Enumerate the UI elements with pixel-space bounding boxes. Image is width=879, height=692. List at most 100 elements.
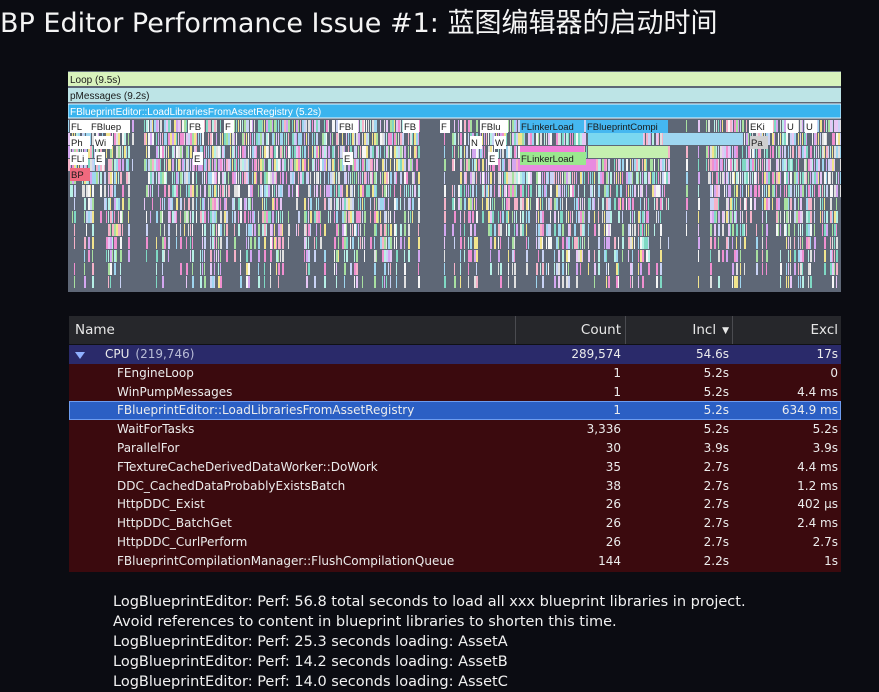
timeline-event-label: F xyxy=(225,122,231,133)
row-name: FBlueprintEditor::LoadLibrariesFromAsset… xyxy=(117,403,415,418)
row-count: 1 xyxy=(613,384,621,399)
timeline-event-label: E xyxy=(194,154,200,165)
timeline-event-label: Ph xyxy=(71,138,83,149)
row-excl: 4.4 ms xyxy=(797,384,838,399)
timers-table[interactable]: Name Count Incl ▼ Excl CPU (219,746) 289,5… xyxy=(69,316,841,572)
row-incl: 5.2s xyxy=(703,384,729,399)
row-incl: 2.7s xyxy=(703,497,729,512)
table-row[interactable]: HttpDDC_BatchGet 26 2.7s 2.4 ms xyxy=(69,514,841,533)
flame-graph-canvas[interactable]: Loop (9.5s) pMessages (9.2s) FBlueprintE… xyxy=(68,71,841,292)
timeline-bar-engine-loop-label: Loop (9.5s) xyxy=(70,75,121,86)
timeline-event-label: FLi xyxy=(71,154,84,165)
timeline-event-label: N xyxy=(471,138,478,149)
row-incl: 3.9s xyxy=(703,440,729,455)
column-header-name[interactable]: Name xyxy=(75,316,515,344)
cpu-group-count: (219,746) xyxy=(135,347,195,361)
row-count: 289,574 xyxy=(571,347,621,361)
row-name: ParallelFor xyxy=(117,440,180,455)
row-incl: 2.7s xyxy=(703,478,729,493)
timeline-event-label: EKi xyxy=(750,122,765,133)
row-name: DDC_CachedDataProbablyExistsBatch xyxy=(117,478,346,493)
log-line: Avoid references to content in blueprint… xyxy=(113,614,617,630)
timeline-event-label: FB xyxy=(189,122,201,133)
column-header-incl-label: Incl xyxy=(692,322,717,338)
timeline-event-label: W xyxy=(495,138,504,149)
table-row[interactable]: HttpDDC_Exist 26 2.7s 402 µs xyxy=(69,495,841,514)
timeline-event-label: FBlu xyxy=(481,122,501,133)
table-row[interactable]: WinPumpMessages 1 5.2s 4.4 ms xyxy=(69,383,841,402)
row-count: 1 xyxy=(613,403,621,418)
row-incl: 2.7s xyxy=(703,516,729,531)
column-header-count[interactable]: Count xyxy=(517,316,621,344)
timeline-event-label: E xyxy=(96,154,102,165)
table-row[interactable]: FEngineLoop 1 5.2s 0 xyxy=(69,364,841,383)
row-excl: 402 µs xyxy=(797,497,838,512)
timeline-bar-engine-loop[interactable] xyxy=(68,72,841,86)
table-row[interactable]: ParallelFor 30 3.9s 3.9s xyxy=(69,439,841,458)
log-output: LogBlueprintEditor: Perf: 56.8 total sec… xyxy=(113,592,853,692)
log-line: LogBlueprintEditor: Perf: 56.8 total sec… xyxy=(113,594,746,610)
row-excl: 0 xyxy=(830,365,838,380)
table-row[interactable]: FTextureCacheDerivedDataWorker::DoWork 3… xyxy=(69,458,841,477)
row-excl: 3.9s xyxy=(812,440,838,455)
row-excl: 1.2 ms xyxy=(797,478,838,493)
row-name: WaitForTasks xyxy=(117,422,195,437)
timeline-bar-pump-messages-label: pMessages (9.2s) xyxy=(70,91,149,102)
timeline-event-label: FBluep xyxy=(91,122,121,133)
timing-flame-graph[interactable]: Loop (9.5s) pMessages (9.2s) FBlueprintE… xyxy=(68,71,841,292)
timeline-event-label: U xyxy=(787,122,794,133)
row-name: HttpDDC_BatchGet xyxy=(117,516,232,531)
slide-title: BP Editor Performance Issue #1: 蓝图编辑器的启动… xyxy=(0,8,718,39)
table-row[interactable]: HttpDDC_CurlPerform 26 2.7s 2.7s xyxy=(69,533,841,552)
row-excl: 2.7s xyxy=(812,534,838,549)
row-count: 35 xyxy=(605,459,621,474)
log-line: LogBlueprintEditor: Perf: 25.3 seconds l… xyxy=(113,634,508,650)
timeline-event-label: FLinkerLoad xyxy=(521,122,574,133)
row-excl: 634.9 ms xyxy=(781,403,838,418)
row-incl: 5.2s xyxy=(703,365,729,380)
row-count: 144 xyxy=(598,553,621,568)
table-row[interactable]: FBlueprintCompilationManager::FlushCompi… xyxy=(69,552,841,571)
row-count: 1 xyxy=(613,365,621,380)
row-count: 26 xyxy=(605,516,621,531)
expand-triangle-icon[interactable] xyxy=(75,352,85,359)
row-name: HttpDDC_Exist xyxy=(117,497,205,512)
timeline-event-label: U xyxy=(806,122,813,133)
timeline-event-label: BP xyxy=(71,170,84,181)
row-name: CPU (219,746) xyxy=(105,347,195,361)
row-count: 26 xyxy=(605,497,621,512)
timeline-event-label: FL xyxy=(71,122,82,133)
timeline-event-label: FLinkerLoad xyxy=(521,154,574,165)
row-excl: 4.4 ms xyxy=(797,459,838,474)
column-header-incl[interactable]: Incl ▼ xyxy=(627,316,729,344)
timeline-bar-pump-messages[interactable] xyxy=(68,88,841,102)
row-name: WinPumpMessages xyxy=(117,384,233,399)
row-incl: 2.7s xyxy=(703,459,729,474)
row-count: 38 xyxy=(605,478,621,493)
row-incl: 2.2s xyxy=(703,553,729,568)
row-excl: 2.4 ms xyxy=(797,516,838,531)
row-excl: 17s xyxy=(816,347,838,361)
timeline-event-label: E xyxy=(489,154,495,165)
row-name: HttpDDC_CurlPerform xyxy=(117,534,248,549)
table-row[interactable]: DDC_CachedDataProbablyExistsBatch 38 2.7… xyxy=(69,477,841,496)
row-name: FEngineLoop xyxy=(117,365,194,380)
row-name: FTextureCacheDerivedDataWorker::DoWork xyxy=(117,459,378,474)
timeline-event-label: FBlueprintCompi xyxy=(587,122,658,133)
row-name: FBlueprintCompilationManager::FlushCompi… xyxy=(117,553,455,568)
row-incl: 2.7s xyxy=(703,534,729,549)
row-count: 26 xyxy=(605,534,621,549)
table-header: Name Count Incl ▼ Excl xyxy=(69,316,841,345)
sort-descending-icon: ▼ xyxy=(722,326,729,336)
row-excl: 1s xyxy=(824,553,838,568)
table-row-selected[interactable]: FBlueprintEditor::LoadLibrariesFromAsset… xyxy=(69,401,841,421)
timeline-event-label: Pa xyxy=(751,138,763,149)
row-count: 3,336 xyxy=(586,422,621,437)
table-row-cpu[interactable]: CPU (219,746) 289,574 54.6s 17s xyxy=(69,345,841,364)
timeline-bar-load-libraries-label: FBlueprintEditor::LoadLibrariesFromAsset… xyxy=(70,107,321,118)
row-incl: 5.2s xyxy=(703,422,729,437)
timeline-event-label: FB xyxy=(404,122,416,133)
row-incl: 5.2s xyxy=(703,403,729,418)
table-row[interactable]: WaitForTasks 3,336 5.2s 5.2s xyxy=(69,420,841,439)
column-header-excl[interactable]: Excl xyxy=(734,316,838,344)
